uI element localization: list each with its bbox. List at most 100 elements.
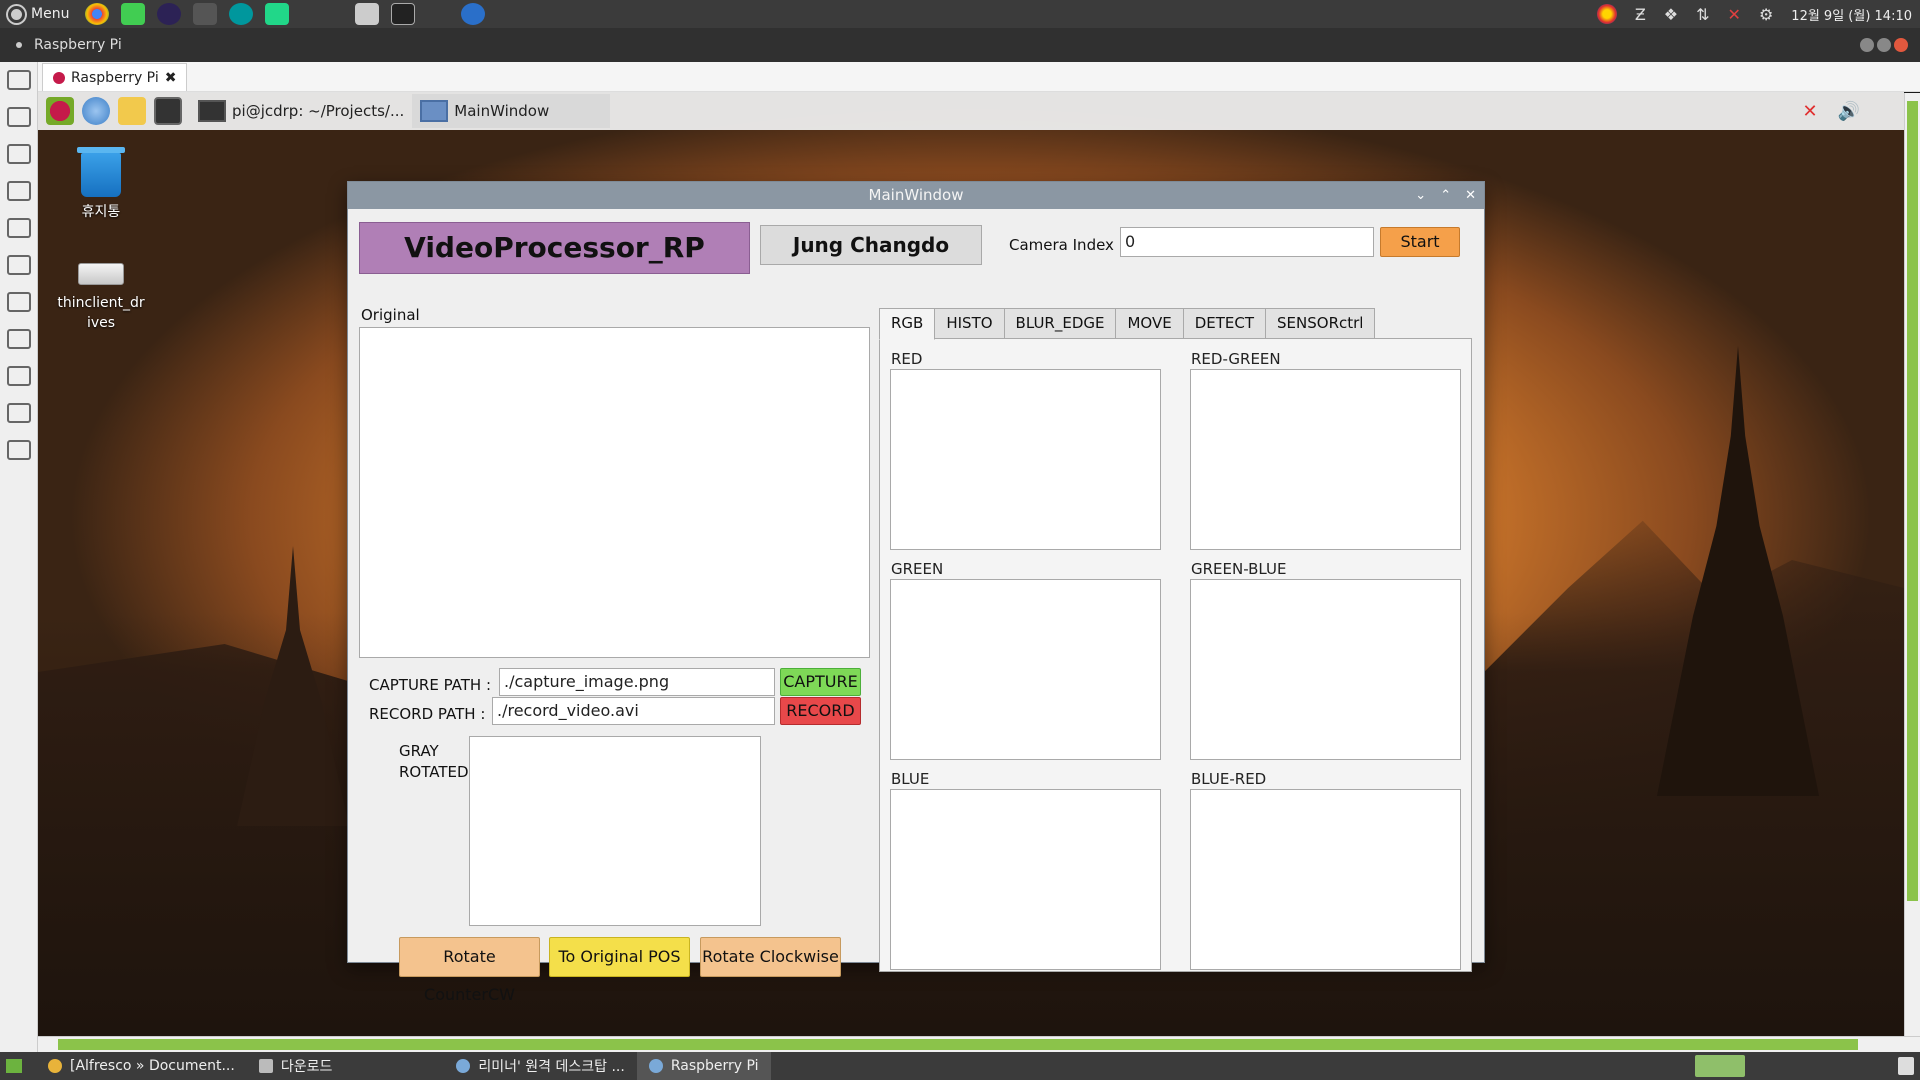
main-window-titlebar[interactable]: MainWindow ⌄ ⌃ ✕: [348, 182, 1484, 209]
blue-red-frame: [1190, 789, 1461, 970]
host-task-raspberry-pi[interactable]: Raspberry Pi: [636, 1052, 771, 1080]
screenshot-icon[interactable]: [7, 366, 31, 386]
minimize-window-icon[interactable]: [7, 403, 31, 423]
blue-label: BLUE: [891, 770, 930, 788]
tab-move[interactable]: MOVE: [1116, 308, 1184, 339]
record-path-label: RECORD PATH :: [369, 705, 486, 723]
remmina-icon[interactable]: [461, 3, 486, 25]
terminal-window-icon: [198, 100, 226, 122]
show-desktop-icon[interactable]: [6, 1059, 22, 1073]
dropbox-icon[interactable]: ❖: [1664, 5, 1678, 24]
drive-icon: [78, 263, 124, 285]
remmina-icon: [648, 1059, 663, 1073]
bluetooth-disabled-icon[interactable]: ✕: [1802, 101, 1817, 122]
gray-rotated-frame: [469, 736, 761, 926]
arduino-icon[interactable]: [229, 3, 254, 25]
record-button[interactable]: RECORD: [780, 697, 861, 725]
remote-window-titlebar: Raspberry Pi: [0, 28, 1920, 62]
tab-detect[interactable]: DETECT: [1183, 308, 1267, 339]
host-clock[interactable]: 12월 9일 (월) 14:10: [1791, 5, 1912, 24]
maximize-icon[interactable]: ⌃: [1440, 182, 1451, 209]
maximize-icon[interactable]: [1877, 38, 1891, 52]
green-frame: [890, 579, 1161, 760]
start-button[interactable]: Start: [1380, 227, 1460, 257]
fullscreen-toggle-icon[interactable]: [7, 70, 31, 90]
app-window-icon: [420, 100, 449, 122]
raspberry-menu-icon[interactable]: [46, 97, 74, 125]
green-blue-frame: [1190, 579, 1461, 760]
session-tab-close-icon[interactable]: ✖: [165, 70, 177, 86]
capture-path-input[interactable]: ./capture_image.png: [499, 668, 775, 696]
host-task-label: Raspberry Pi: [670, 1058, 759, 1074]
horizontal-scrollbar[interactable]: [38, 1036, 1920, 1052]
grab-keyboard-icon[interactable]: [7, 255, 31, 275]
switch-tab-icon[interactable]: [7, 181, 31, 201]
main-window-body: VideoProcessor_RP Jung Changdo Camera In…: [348, 209, 1484, 1004]
to-original-position-button[interactable]: To Original POS: [549, 937, 690, 977]
red-frame: [890, 369, 1161, 550]
qt-creator-icon[interactable]: [121, 3, 146, 25]
volume-icon[interactable]: 🔊: [1838, 101, 1860, 122]
rotate-clockwise-button[interactable]: Rotate Clockwise: [700, 937, 841, 977]
files-icon[interactable]: [355, 3, 380, 25]
tab-blur-edge[interactable]: BLUR_EDGE: [1004, 308, 1117, 339]
tab-sensorctrl[interactable]: SENSORctrl: [1266, 308, 1376, 339]
remote-window-controls: [1860, 38, 1908, 52]
trash-applet-icon[interactable]: [1898, 1057, 1914, 1075]
host-menu-button[interactable]: Menu: [0, 5, 79, 23]
window-menu-dot-icon[interactable]: [16, 42, 22, 48]
camera-index-input[interactable]: 0: [1120, 227, 1374, 257]
dynamic-resolution-icon[interactable]: [7, 144, 31, 164]
host-task-remmina[interactable]: 리미너' 원격 데스크탑 ...: [444, 1052, 636, 1080]
gray-label: GRAY: [399, 742, 439, 760]
close-icon[interactable]: ✕: [1465, 182, 1476, 209]
minimize-icon[interactable]: ⌄: [1415, 182, 1426, 209]
host-system-tray: Ƶ ❖ ⇅ ✕ ⚙ 12월 9일 (월) 14:10: [1596, 0, 1920, 28]
author-label: Jung Changdo: [760, 225, 982, 265]
trash-icon: [77, 147, 125, 197]
web-browser-icon[interactable]: [82, 97, 110, 125]
record-path-input[interactable]: ./record_video.avi: [492, 697, 775, 725]
desktop-icon-trash[interactable]: 휴지통: [51, 147, 151, 221]
host-task-downloads[interactable]: 다운로드: [247, 1052, 345, 1080]
pycharm-icon[interactable]: [265, 3, 290, 25]
tab-rgb[interactable]: RGB: [879, 308, 936, 340]
minimize-icon[interactable]: [1860, 38, 1874, 52]
processing-tabbar: RGB HISTO BLUR_EDGE MOVE DETECT SENSORct…: [879, 308, 1376, 340]
host-task-alfresco[interactable]: [Alfresco » Document...: [36, 1052, 247, 1080]
terminal-icon[interactable]: [391, 3, 416, 25]
volume-muted-icon[interactable]: ✕: [1728, 5, 1741, 24]
disconnect-icon[interactable]: [7, 440, 31, 460]
eclipse-icon[interactable]: [157, 3, 182, 25]
network-icon[interactable]: ⇅: [1696, 5, 1709, 24]
horizontal-scroll-thumb[interactable]: [58, 1039, 1858, 1050]
scale-mode-icon[interactable]: [7, 107, 31, 127]
red-green-label: RED-GREEN: [1191, 350, 1281, 368]
pi-task-terminal[interactable]: pi@jcdrp: ~/Projects/...: [190, 94, 412, 128]
file-manager-icon[interactable]: [118, 97, 146, 125]
main-window: MainWindow ⌄ ⌃ ✕ VideoProcessor_RP Jung …: [347, 181, 1485, 1004]
close-icon[interactable]: [1894, 38, 1908, 52]
session-tab-raspberry-pi[interactable]: Raspberry Pi ✖: [42, 63, 188, 91]
host-bottom-panel: [Alfresco » Document... 다운로드 리미너' 원격 데스크…: [0, 1052, 1920, 1080]
color-profile-icon[interactable]: [1596, 4, 1617, 24]
preferences-icon[interactable]: [7, 292, 31, 312]
rotate-counterclockwise-button[interactable]: Rotate CounterCW: [399, 937, 540, 1004]
terminal-icon[interactable]: [154, 97, 182, 125]
tab-histo[interactable]: HISTO: [935, 308, 1005, 339]
ubuntu-logo-icon: [8, 5, 25, 23]
pi-task-mainwindow[interactable]: MainWindow: [412, 94, 611, 128]
workspace-indicator[interactable]: [1695, 1055, 1745, 1077]
rotated-label: ROTATED: [399, 763, 469, 781]
remmina-left-toolbar: [0, 62, 38, 1052]
capture-button[interactable]: CAPTURE: [780, 668, 861, 696]
chrome-icon[interactable]: [85, 3, 110, 25]
vertical-scrollbar[interactable]: [1904, 93, 1920, 1036]
desktop-icon-thinclient-drives[interactable]: thinclient_drives: [51, 253, 151, 333]
zim-icon[interactable]: Ƶ: [1635, 5, 1646, 24]
settings-gear-icon[interactable]: ⚙: [1759, 5, 1773, 24]
zoom-icon[interactable]: [7, 218, 31, 238]
tools-icon[interactable]: [7, 329, 31, 349]
vertical-scroll-thumb[interactable]: [1907, 101, 1918, 901]
gimp-icon[interactable]: [193, 3, 218, 25]
